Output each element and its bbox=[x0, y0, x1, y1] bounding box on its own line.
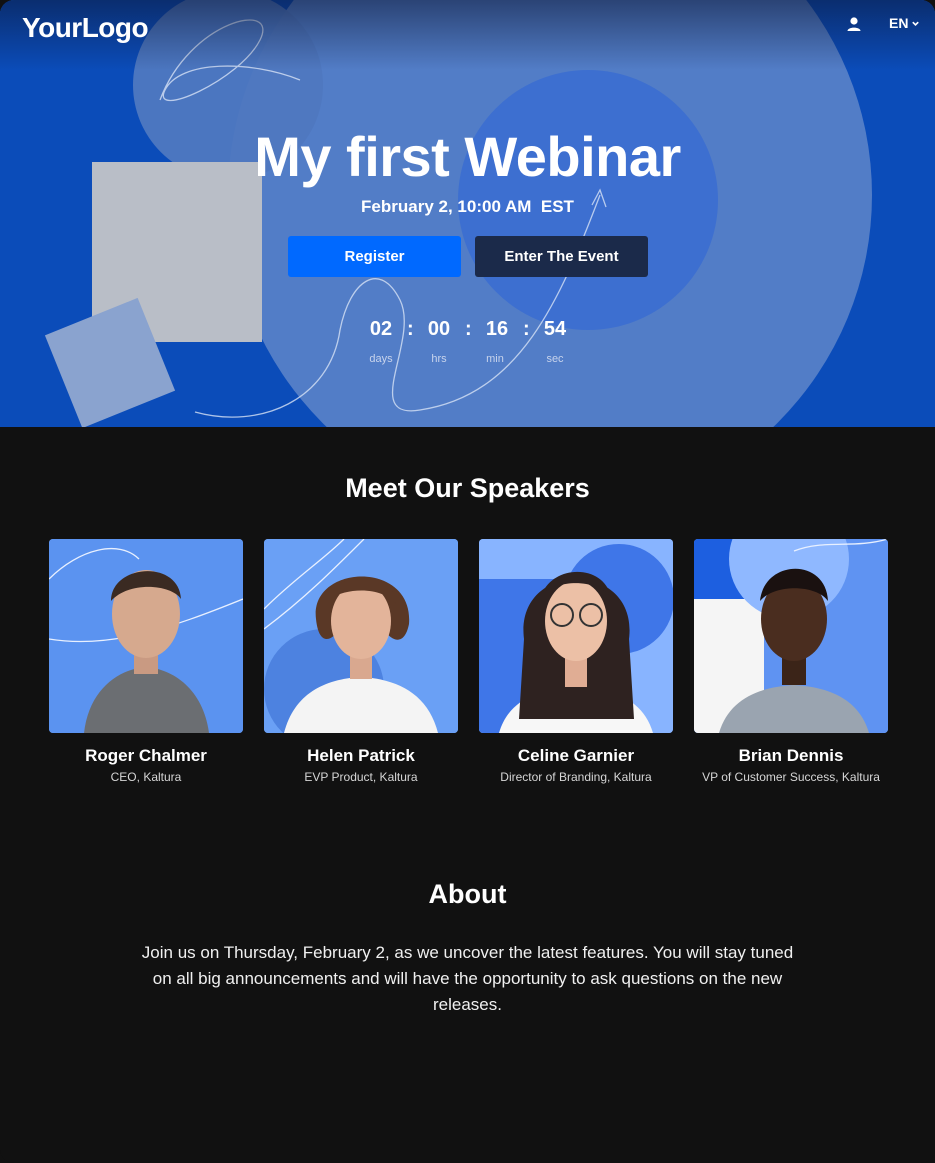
event-page: YourLogo EN My first Webinar February 2,… bbox=[0, 0, 935, 1163]
enter-event-button[interactable]: Enter The Event bbox=[475, 236, 648, 277]
speaker-role: EVP Product, Kaltura bbox=[304, 770, 418, 784]
about-description: Join us on Thursday, February 2, as we u… bbox=[141, 943, 794, 1014]
countdown-separator: : bbox=[407, 318, 414, 340]
countdown-days-label: days bbox=[369, 353, 393, 365]
about-heading: About bbox=[428, 879, 507, 909]
user-icon[interactable] bbox=[846, 16, 862, 32]
speaker-role: CEO, Kaltura bbox=[110, 770, 182, 784]
speaker-photo[interactable] bbox=[264, 539, 458, 733]
event-date: February 2, 10:00 AM EST bbox=[361, 197, 574, 216]
language-label: EN bbox=[889, 15, 909, 31]
countdown-days: 02 bbox=[369, 318, 393, 340]
speaker-avatar bbox=[694, 539, 888, 733]
countdown-sec-label: sec bbox=[546, 353, 564, 365]
countdown-sec: 54 bbox=[543, 318, 567, 340]
speaker-name: Helen Patrick bbox=[307, 746, 415, 765]
hero-banner: YourLogo EN My first Webinar February 2,… bbox=[0, 0, 935, 427]
speaker-avatar bbox=[479, 539, 673, 733]
speaker-role: Director of Branding, Kaltura bbox=[500, 770, 652, 784]
countdown-min-label: min bbox=[486, 353, 504, 365]
countdown-hrs: 00 bbox=[427, 318, 451, 340]
speaker-name: Roger Chalmer bbox=[85, 746, 207, 765]
speaker-name: Brian Dennis bbox=[738, 746, 844, 765]
language-selector[interactable]: EN bbox=[889, 15, 920, 31]
speakers-heading: Meet Our Speakers bbox=[345, 473, 590, 503]
countdown-separator: : bbox=[523, 318, 530, 340]
speaker-avatar bbox=[264, 539, 458, 733]
chevron-down-icon bbox=[912, 21, 920, 26]
speaker-role: VP of Customer Success, Kaltura bbox=[702, 770, 880, 784]
site-logo[interactable]: YourLogo bbox=[22, 12, 149, 44]
speaker-name: Celine Garnier bbox=[517, 746, 635, 765]
countdown-min: 16 bbox=[485, 318, 509, 340]
speaker-photo[interactable] bbox=[479, 539, 673, 733]
speaker-photo[interactable] bbox=[694, 539, 888, 733]
event-title: My first Webinar bbox=[254, 125, 681, 188]
countdown-hrs-label: hrs bbox=[431, 353, 447, 365]
register-button[interactable]: Register bbox=[288, 236, 461, 277]
speaker-photo[interactable] bbox=[49, 539, 243, 733]
speaker-avatar bbox=[49, 539, 243, 733]
countdown-timer: 02 : 00 : 16 : 54 days hrs min sec bbox=[0, 318, 935, 370]
countdown-separator: : bbox=[465, 318, 472, 340]
